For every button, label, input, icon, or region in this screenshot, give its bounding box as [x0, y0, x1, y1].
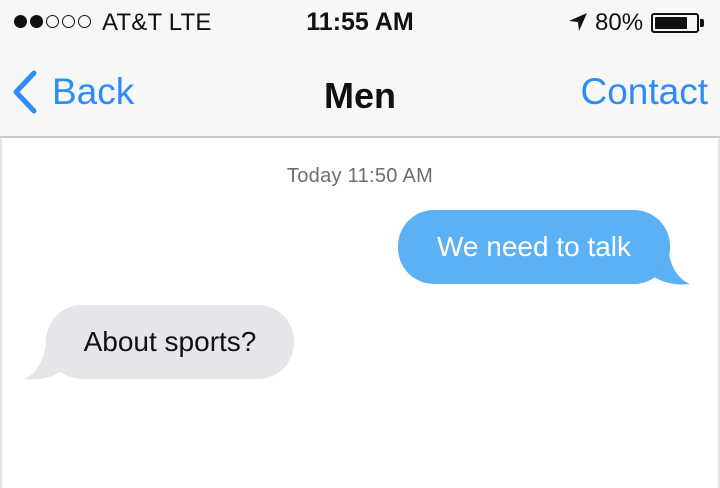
messages-screen: AT&T LTE 11:55 AM 80% Back Men Contact T… [0, 0, 720, 488]
nav-bar: Back Men Contact [0, 44, 720, 138]
battery-percent: 80% [595, 9, 644, 36]
battery-fill [655, 17, 687, 29]
sent-bubble-text: We need to talk [398, 210, 670, 284]
status-bar: AT&T LTE 11:55 AM 80% [0, 0, 720, 44]
left-edge [0, 138, 2, 488]
battery-icon [651, 13, 699, 33]
location-arrow-icon [569, 13, 587, 31]
message-timestamp: Today 11:50 AM [286, 165, 434, 187]
received-message[interactable]: About sports? [24, 305, 294, 380]
battery-nub [700, 19, 704, 27]
top-chrome: AT&T LTE 11:55 AM 80% Back Men Contact [0, 0, 720, 138]
sent-message[interactable]: We need to talk [398, 210, 690, 285]
contact-button[interactable]: Contact [580, 71, 708, 113]
received-bubble-text: About sports? [46, 305, 294, 379]
